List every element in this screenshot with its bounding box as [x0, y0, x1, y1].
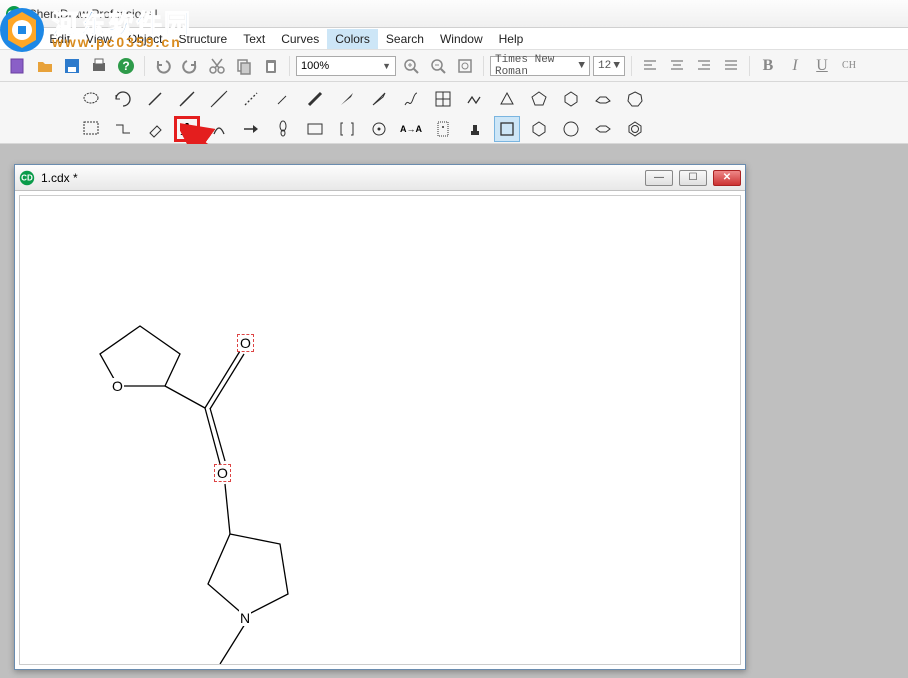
print-button[interactable]	[87, 54, 111, 78]
rectangle-tool[interactable]	[302, 116, 328, 142]
menu-edit[interactable]: Edit	[41, 29, 78, 49]
wedge-bond-tool[interactable]	[334, 86, 360, 112]
font-size-selector[interactable]: 12 ▼	[593, 56, 625, 76]
save-button[interactable]	[60, 54, 84, 78]
menu-help[interactable]: Help	[491, 29, 532, 49]
menu-text[interactable]: Text	[235, 29, 273, 49]
minimize-button[interactable]: —	[645, 170, 673, 186]
document-title: 1.cdx *	[41, 171, 78, 185]
help-button[interactable]: ?	[114, 54, 138, 78]
double-bond-tool[interactable]	[174, 86, 200, 112]
atom-N: N	[239, 610, 251, 626]
zoom-dropdown-arrow: ▼	[382, 61, 391, 71]
arrow-tool[interactable]	[238, 116, 264, 142]
redo-button[interactable]	[178, 54, 202, 78]
app-title: ChemDraw Professional	[28, 7, 157, 21]
bold-button[interactable]: B	[756, 54, 780, 78]
menubar: File Edit View Object Structure Text Cur…	[0, 28, 908, 50]
struct-tool[interactable]	[110, 116, 136, 142]
bracket-tool[interactable]	[334, 116, 360, 142]
app-titlebar: CD ChemDraw Professional	[0, 0, 908, 28]
zoom-in-button[interactable]	[399, 54, 423, 78]
align-justify-button[interactable]	[719, 54, 743, 78]
stamp-tool[interactable]	[462, 116, 488, 142]
menu-file[interactable]: File	[6, 29, 41, 49]
circle-tool[interactable]	[558, 116, 584, 142]
app-icon: CD	[6, 6, 22, 22]
menu-object[interactable]: Object	[120, 29, 171, 49]
document-window: CD 1.cdx * — ☐ ✕	[14, 164, 746, 670]
document-titlebar: CD 1.cdx * — ☐ ✕	[15, 165, 745, 191]
underline-button[interactable]: U	[810, 54, 834, 78]
menu-curves[interactable]: Curves	[273, 29, 327, 49]
boat-tool[interactable]	[590, 116, 616, 142]
eraser-tool[interactable]	[142, 116, 168, 142]
undo-button[interactable]	[151, 54, 175, 78]
atom-O-carbonyl: O	[237, 334, 254, 352]
hexagon-tool[interactable]	[558, 86, 584, 112]
document-canvas[interactable]: O O O N	[19, 195, 741, 665]
atom-O-ring: O	[111, 378, 124, 394]
align-center-button[interactable]	[665, 54, 689, 78]
marquee-tool[interactable]	[78, 116, 104, 142]
square-tool[interactable]	[494, 116, 520, 142]
benzene-tool[interactable]	[622, 116, 648, 142]
tlc-tool[interactable]	[430, 116, 456, 142]
align-left-button[interactable]	[638, 54, 662, 78]
rotate-tool[interactable]	[110, 86, 136, 112]
wavy-bond-tool[interactable]	[398, 86, 424, 112]
menu-window[interactable]: Window	[432, 29, 491, 49]
italic-button[interactable]: I	[783, 54, 807, 78]
orbital-tool[interactable]	[270, 116, 296, 142]
atom-O-ester: O	[214, 464, 231, 482]
pentagon-tool[interactable]	[526, 86, 552, 112]
hash-bond-tool[interactable]	[270, 86, 296, 112]
single-bond-tool[interactable]	[142, 86, 168, 112]
drawing-tools: A A→A	[0, 82, 908, 144]
chem-format-button[interactable]: CH	[837, 54, 861, 78]
maximize-button[interactable]: ☐	[679, 170, 707, 186]
radical-tool[interactable]	[366, 116, 392, 142]
triangle-tool[interactable]	[494, 86, 520, 112]
document-icon: CD	[20, 170, 34, 184]
menu-view[interactable]: View	[78, 29, 120, 49]
align-right-button[interactable]	[692, 54, 716, 78]
chair-tool[interactable]	[590, 86, 616, 112]
hexagon2-tool[interactable]	[526, 116, 552, 142]
heptagon-tool[interactable]	[622, 86, 648, 112]
chain-tool[interactable]	[462, 86, 488, 112]
menu-structure[interactable]: Structure	[171, 29, 236, 49]
text-tool[interactable]: A	[174, 116, 200, 142]
paste-button[interactable]	[259, 54, 283, 78]
mapping-tool[interactable]: A→A	[398, 116, 424, 142]
close-button[interactable]: ✕	[713, 170, 741, 186]
zoom-fit-button[interactable]	[453, 54, 477, 78]
zoom-out-button[interactable]	[426, 54, 450, 78]
open-button[interactable]	[33, 54, 57, 78]
bold-bond-tool[interactable]	[302, 86, 328, 112]
dashed-bond-tool[interactable]	[238, 86, 264, 112]
zoom-value: 100%	[301, 60, 329, 72]
pen-tool[interactable]	[206, 116, 232, 142]
copy-button[interactable]	[232, 54, 256, 78]
main-toolbar: ? 100% ▼ Times New Roman ▼ 12 ▼ B I U CH	[0, 50, 908, 82]
zoom-selector[interactable]: 100% ▼	[296, 56, 396, 76]
lasso-tool[interactable]	[78, 86, 104, 112]
menu-search[interactable]: Search	[378, 29, 432, 49]
svg-text:?: ?	[122, 59, 129, 73]
table-tool[interactable]	[430, 86, 456, 112]
new-button[interactable]	[6, 54, 30, 78]
menu-colors[interactable]: Colors	[327, 29, 378, 49]
font-name-selector[interactable]: Times New Roman ▼	[490, 56, 590, 76]
cut-button[interactable]	[205, 54, 229, 78]
hollow-wedge-tool[interactable]	[366, 86, 392, 112]
triple-bond-tool[interactable]	[206, 86, 232, 112]
workspace: CD 1.cdx * — ☐ ✕	[0, 144, 908, 678]
